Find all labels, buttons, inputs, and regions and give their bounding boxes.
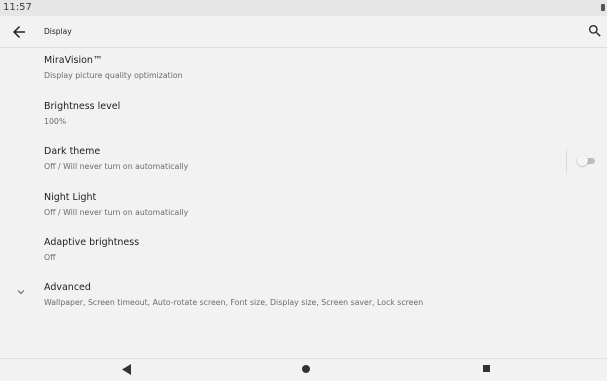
dark-theme-toggle[interactable] <box>577 153 597 169</box>
pref-title: MiraVision™ <box>44 55 103 66</box>
pref-title: Adaptive brightness <box>44 237 140 248</box>
pref-summary: Off / Will never turn on automatically <box>44 208 189 217</box>
pref-advanced[interactable]: Advanced Wallpaper, Screen timeout, Auto… <box>0 275 607 319</box>
toggle-thumb <box>577 155 588 166</box>
page-title: Display <box>44 27 72 36</box>
settings-list: MiraVision™ Display picture quality opti… <box>0 48 607 358</box>
divider <box>566 149 567 173</box>
pref-title: Dark theme <box>44 146 101 157</box>
arrow-back-icon <box>13 26 25 38</box>
pref-dark-theme[interactable]: Dark theme Off / Will never turn on auto… <box>0 139 607 183</box>
pref-summary: Wallpaper, Screen timeout, Auto-rotate s… <box>44 298 424 307</box>
navigation-bar <box>0 358 607 381</box>
pref-title: Brightness level <box>44 101 121 112</box>
back-button[interactable] <box>10 23 28 41</box>
pref-adaptive-brightness[interactable]: Adaptive brightness Off <box>0 230 607 274</box>
pref-miravision[interactable]: MiraVision™ Display picture quality opti… <box>0 48 607 92</box>
battery-icon <box>601 4 605 11</box>
pref-summary: Off / Will never turn on automatically <box>44 162 189 171</box>
pref-brightness-level[interactable]: Brightness level 100% <box>0 94 607 138</box>
status-bar: 11:57 <box>0 0 607 16</box>
pref-title: Night Light <box>44 192 97 203</box>
nav-back-triangle-icon[interactable] <box>122 364 132 375</box>
nav-recents-square-icon[interactable] <box>483 365 490 372</box>
status-time: 11:57 <box>3 2 32 13</box>
pref-summary: Display picture quality optimization <box>44 71 183 80</box>
app-bar: Display <box>0 16 607 48</box>
chevron-down-icon <box>17 290 25 295</box>
pref-title: Advanced <box>44 282 91 293</box>
nav-home-circle-icon[interactable] <box>302 365 310 373</box>
pref-night-light[interactable]: Night Light Off / Will never turn on aut… <box>0 185 607 229</box>
pref-summary: 100% <box>44 117 67 126</box>
search-button[interactable] <box>587 23 603 39</box>
pref-summary: Off <box>44 253 56 262</box>
search-icon <box>589 25 601 37</box>
